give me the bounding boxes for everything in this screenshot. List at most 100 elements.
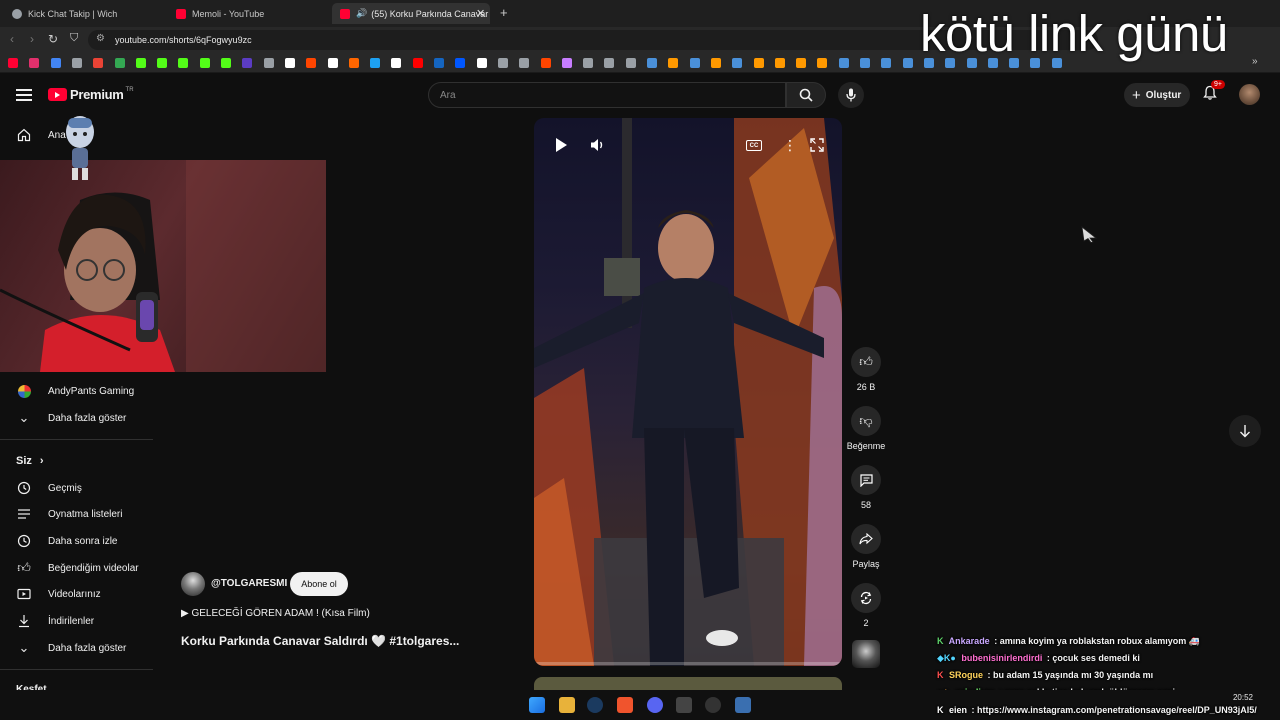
bookmark-favicon-icon[interactable] [774,58,785,68]
bookmark-favicon-icon[interactable] [284,58,295,68]
sidebar-item-your-videos[interactable]: Videolarınız [16,584,101,604]
bookmark-favicon-icon[interactable] [497,58,508,68]
youtube-logo[interactable]: Premium TR [48,87,134,102]
share-button[interactable] [851,524,881,554]
url-text[interactable]: youtube.com/shorts/6qFogwyu9zc [115,35,252,45]
next-short-preview[interactable] [534,677,842,690]
bookmark-favicon-icon[interactable] [902,58,913,68]
sidebar-item-andypants[interactable]: AndyPants Gaming [16,381,134,401]
sidebar-item-home[interactable]: Ana [16,125,66,145]
obs-icon[interactable] [705,697,721,713]
bookmark-favicon-icon[interactable] [29,58,40,68]
steam-icon[interactable] [587,697,603,713]
subscribe-button[interactable]: Abone ol [290,572,348,596]
bookmark-favicon-icon[interactable] [476,58,487,68]
bookmark-favicon-icon[interactable] [434,58,444,68]
avatar[interactable] [1239,84,1260,105]
bookmark-favicon-icon[interactable] [391,58,402,68]
search-button[interactable] [786,82,826,108]
bookmark-favicon-icon[interactable] [114,58,125,68]
brave-browser-icon[interactable] [617,697,633,713]
bookmark-favicon-icon[interactable] [583,58,594,68]
bookmark-favicon-icon[interactable] [604,58,615,68]
bookmark-favicon-icon[interactable] [157,58,168,68]
tab-memoli-youtube[interactable]: Memoli - YouTube [170,3,330,24]
bookmark-icon[interactable]: ⛉ [70,32,78,45]
back-icon[interactable]: ‹ [10,32,14,46]
tab-kick-chat[interactable]: Kick Chat Takip | Wich [6,3,166,24]
bookmark-favicon-icon[interactable] [348,58,359,68]
bookmark-favicon-icon[interactable] [625,58,636,68]
sidebar-item-liked-videos[interactable]: 👍︎ Beğendiğim videolar [16,558,138,578]
bookmark-favicon-icon[interactable] [796,58,807,68]
bookmark-favicon-icon[interactable] [370,58,381,68]
bookmark-favicon-icon[interactable] [647,58,657,68]
voice-search-button[interactable] [838,82,864,108]
bookmark-favicon-icon[interactable] [753,58,764,68]
bookmark-favicon-icon[interactable] [881,58,892,68]
sound-thumbnail[interactable] [852,640,880,668]
bookmark-favicon-icon[interactable] [838,58,849,68]
sidebar-item-playlists[interactable]: Oynatma listeleri [16,504,122,524]
next-short-button[interactable] [1229,415,1261,447]
remix-button[interactable] [851,583,881,613]
progress-track[interactable] [534,662,842,665]
tab-current-short[interactable]: 🔊 (55) Korku Parkında Canavar S [332,3,490,24]
bookmark-favicon-icon[interactable] [689,58,700,68]
volume-button[interactable] [589,137,605,158]
reload-icon[interactable]: ↻ [48,32,58,46]
bookmark-favicon-icon[interactable] [178,58,189,68]
bookmark-favicon-icon[interactable] [8,58,18,68]
captions-button[interactable]: CC [746,140,762,151]
bookmark-favicon-icon[interactable] [199,58,210,68]
sidebar-explore-header[interactable]: Keşfet [16,682,47,690]
more-options-button[interactable]: ⋮ [783,138,797,152]
play-button[interactable] [554,137,568,158]
bookmark-favicon-icon[interactable] [710,58,721,68]
new-tab-button[interactable]: + [500,5,508,20]
sidebar-show-more-you[interactable]: ⌄ Daha fazla göster [16,638,127,658]
channel-avatar[interactable] [181,572,205,596]
bookmark-favicon-icon[interactable] [93,58,104,68]
bookmark-favicon-icon[interactable] [221,58,231,68]
sidebar-item-history[interactable]: Geçmiş [16,478,82,498]
bookmark-favicon-icon[interactable] [71,58,82,68]
bookmarks-overflow-icon[interactable]: » [1252,56,1258,67]
bookmark-favicon-icon[interactable] [732,58,743,68]
bookmark-favicon-icon[interactable] [817,58,828,68]
bookmark-favicon-icon[interactable] [135,58,146,68]
start-icon[interactable] [529,697,545,713]
app-icon[interactable] [735,697,751,713]
comments-button[interactable] [851,465,881,495]
search-input[interactable]: Ara [428,82,786,108]
close-tab-icon[interactable]: ✕ [476,7,485,20]
menu-icon[interactable] [16,87,32,101]
bookmark-favicon-icon[interactable] [561,58,572,68]
taskbar-clock[interactable]: 20:52 [1225,693,1253,702]
bookmark-favicon-icon[interactable] [519,58,530,68]
app-icon[interactable] [676,697,692,713]
bookmark-favicon-icon[interactable] [540,58,551,68]
create-button[interactable]: + Oluştur [1124,83,1190,107]
like-button[interactable]: 👍︎ [851,347,881,377]
dislike-button[interactable]: 👎︎ [851,406,881,436]
linked-video-link[interactable]: ▶ GELECEĞİ GÖREN ADAM ! (Kısa Film) [181,608,370,619]
file-explorer-icon[interactable] [559,697,575,713]
notifications-button[interactable]: 9+ [1202,80,1225,103]
sidebar-you-header[interactable]: Siz › [16,451,44,471]
fullscreen-button[interactable] [810,138,824,157]
bookmark-favicon-icon[interactable] [860,58,870,68]
bookmark-favicon-icon[interactable] [668,58,679,68]
sidebar-show-more-subscriptions[interactable]: ⌄ Daha fazla göster [16,408,127,428]
sidebar-item-downloads[interactable]: İndirilenler [16,611,94,631]
bookmark-favicon-icon[interactable] [242,58,253,68]
bookmark-favicon-icon[interactable] [263,58,274,68]
channel-handle[interactable]: @TOLGARESMI [211,578,287,589]
sidebar-item-watch-later[interactable]: Daha sonra izle [16,531,117,551]
site-info-icon[interactable]: ⚙ [96,33,105,44]
forward-icon[interactable]: › [30,32,34,46]
bookmark-favicon-icon[interactable] [455,58,466,68]
discord-icon[interactable] [647,697,663,713]
bookmark-favicon-icon[interactable] [306,58,317,68]
bookmark-favicon-icon[interactable] [327,58,338,68]
